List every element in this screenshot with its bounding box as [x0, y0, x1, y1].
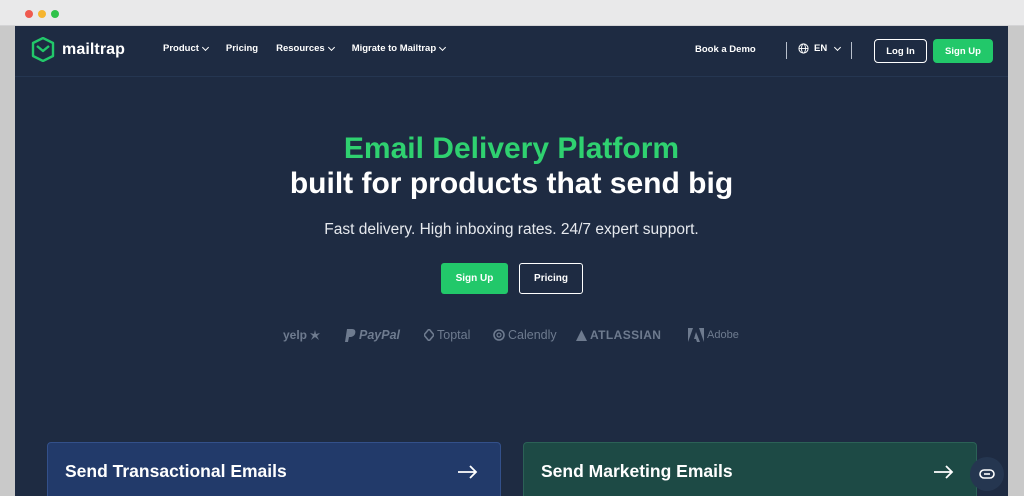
paypal-p-icon	[345, 328, 356, 342]
logo-text: mailtrap	[62, 40, 126, 58]
nav-item-label: Product	[163, 43, 199, 54]
mailtrap-logo[interactable]: mailtrap	[31, 37, 125, 62]
arrow-right-icon	[934, 465, 954, 479]
top-nav: mailtrap Product Pricing Resources Migra…	[15, 26, 1008, 76]
nav-item-pricing[interactable]: Pricing	[226, 43, 258, 54]
chat-icon	[979, 469, 995, 479]
yelp-logo: yelp	[283, 328, 321, 342]
adobe-a-icon	[688, 328, 704, 342]
paypal-logo-text: PayPal	[359, 328, 401, 342]
nav-divider-left	[786, 42, 787, 59]
card-title: Send Marketing Emails	[541, 461, 733, 481]
adobe-logo-text: Adobe	[707, 329, 739, 341]
hero-signup-button[interactable]: Sign Up	[441, 263, 508, 294]
signup-button-nav[interactable]: Sign Up	[933, 39, 993, 63]
atlassian-logo: ATLASSIAN	[576, 328, 661, 342]
toptal-logo: Toptal	[424, 328, 470, 342]
page-viewport: mailtrap Product Pricing Resources Migra…	[15, 26, 1008, 496]
hero-pricing-button[interactable]: Pricing	[519, 263, 583, 294]
nav-item-label: Pricing	[225, 43, 259, 54]
calendly-c-icon	[493, 329, 505, 341]
browser-chrome	[0, 0, 1024, 26]
chat-button[interactable]	[970, 457, 1004, 491]
calendly-logo-text: Calendly	[508, 328, 557, 342]
marketing-emails-card[interactable]: Send Marketing Emails	[523, 442, 977, 496]
arrow-right-icon	[458, 465, 478, 479]
nav-item-label: Migrate to Mailtrap	[351, 43, 437, 54]
transactional-emails-card[interactable]: Send Transactional Emails	[47, 442, 501, 496]
chevron-down-icon	[327, 43, 335, 51]
nav-item-migrate[interactable]: Migrate to Mailtrap	[351, 43, 447, 54]
adobe-logo: Adobe	[688, 328, 739, 342]
nav-item-label: Resources	[276, 43, 325, 54]
nav-bottom-border	[15, 76, 1008, 77]
book-demo-link[interactable]: Book a Demo	[695, 44, 756, 55]
paypal-logo: PayPal	[345, 328, 400, 342]
window-close-dot[interactable]	[25, 10, 33, 18]
calendly-logo: Calendly	[493, 328, 557, 342]
nav-divider-right	[851, 42, 852, 59]
window-maximize-dot[interactable]	[51, 10, 59, 18]
yelp-logo-text: yelp	[283, 328, 308, 342]
toptal-logo-text: Toptal	[437, 328, 471, 342]
toptal-diamond-icon	[424, 329, 434, 341]
window-minimize-dot[interactable]	[38, 10, 46, 18]
hero-title-green: Email Delivery Platform	[343, 132, 680, 165]
yelp-burst-icon	[310, 330, 321, 340]
chevron-down-icon	[834, 43, 842, 51]
atlassian-triangle-icon	[576, 329, 587, 341]
chevron-down-icon	[439, 43, 447, 51]
mailtrap-logo-icon	[31, 37, 55, 62]
card-title: Send Transactional Emails	[65, 461, 287, 481]
atlassian-logo-text: ATLASSIAN	[590, 328, 662, 342]
hero-title-white: built for products that send big	[289, 167, 734, 200]
hero-subtitle: Fast delivery. High inboxing rates. 24/7…	[324, 221, 699, 238]
globe-icon	[798, 43, 809, 54]
language-label: EN	[814, 43, 828, 54]
login-button[interactable]: Log In	[874, 39, 927, 63]
nav-links: Product Pricing Resources Migrate to Mai…	[163, 43, 447, 54]
nav-item-resources[interactable]: Resources	[276, 43, 335, 54]
language-selector[interactable]: EN	[798, 43, 842, 54]
nav-item-product[interactable]: Product	[163, 43, 209, 54]
chevron-down-icon	[201, 43, 209, 51]
